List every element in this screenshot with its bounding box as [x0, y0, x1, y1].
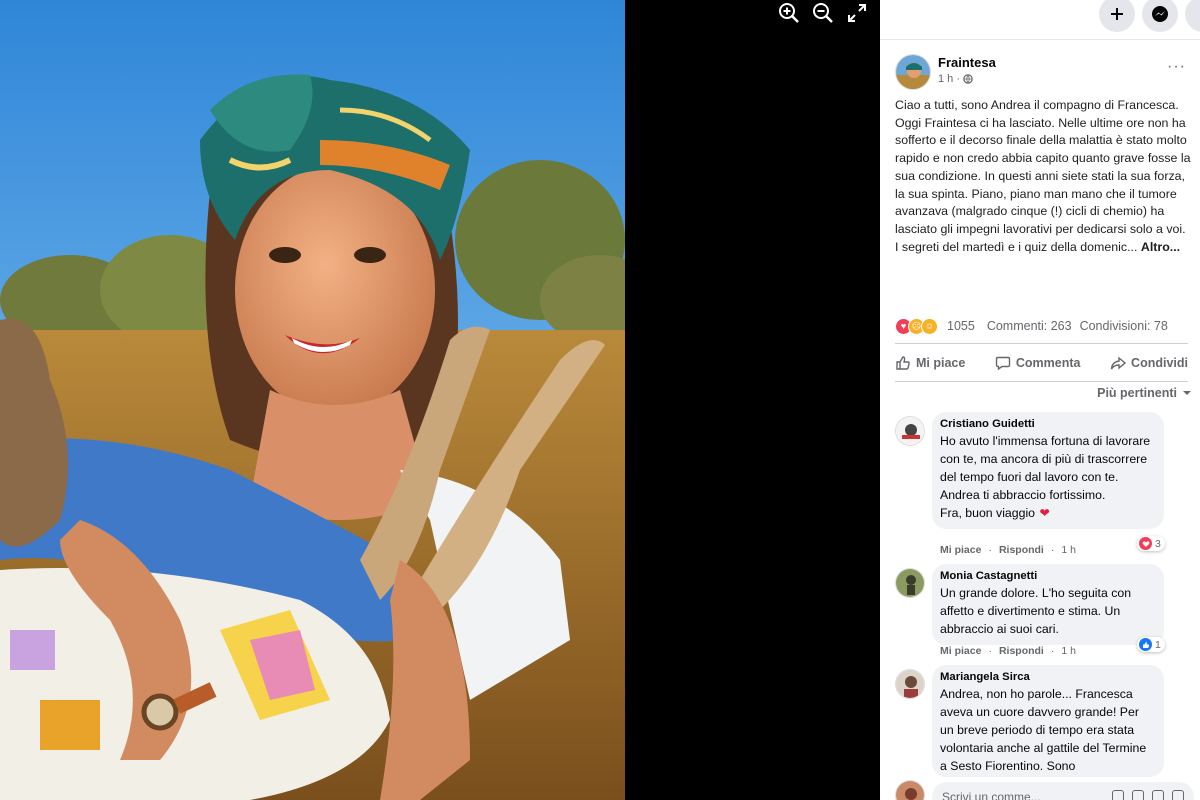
author-name[interactable]: Fraintesa: [938, 55, 996, 70]
post-actions: Mi piace Commenta Condividi: [895, 350, 1188, 376]
post-body: Ciao a tutti, sono Andrea il compagno di…: [880, 92, 1200, 256]
share-count[interactable]: Condivisioni: 78: [1080, 319, 1168, 333]
comment-reaction-count: 3: [1155, 537, 1161, 550]
comment-bubble: Mariangela Sirca Andrea, non ho parole..…: [932, 665, 1164, 777]
composer-tools: [1112, 790, 1184, 800]
comment-footer: Mi piace · Rispondi · 1 h: [940, 544, 1076, 556]
comment-composer: Scrivi un comme...: [895, 780, 1195, 800]
comment-bubble: Cristiano Guidetti Ho avuto l'immensa fo…: [932, 412, 1164, 529]
reaction-icons[interactable]: ♥ ☹ ☺: [895, 317, 938, 335]
comment-placeholder: Scrivi un comme...: [942, 790, 1041, 800]
commenter-avatar[interactable]: [895, 568, 925, 598]
comment-reaction-count: 1: [1155, 638, 1161, 651]
plus-icon: [1111, 8, 1123, 20]
comment-label: Commenta: [1015, 356, 1081, 370]
create-button[interactable]: [1099, 0, 1135, 32]
care-reaction-icon: ☺: [921, 317, 938, 335]
messenger-button[interactable]: [1142, 0, 1178, 32]
post-meta: 1 h ·: [938, 73, 973, 85]
commenter-name[interactable]: Mariangela Sirca: [940, 671, 1154, 683]
heart-emoji: ❤: [1039, 506, 1050, 520]
comment-sort-dropdown[interactable]: Più pertinenti: [1097, 386, 1192, 400]
commenter-name[interactable]: Monia Castagnetti: [940, 570, 1154, 582]
share-icon: [1110, 356, 1127, 370]
divider: [895, 343, 1188, 344]
heart-icon: [1139, 537, 1152, 550]
current-user-avatar: [895, 780, 925, 800]
post-header: Fraintesa 1 h · ···: [880, 40, 1200, 92]
post-side-panel: Fraintesa 1 h · ··· Ciao a tutti, sono A…: [880, 0, 1200, 800]
share-label: Condividi: [1131, 356, 1188, 370]
post-photo[interactable]: [0, 0, 625, 800]
commenter-avatar[interactable]: [895, 416, 925, 446]
comment-input[interactable]: Scrivi un comme...: [932, 782, 1194, 800]
zoom-in-icon[interactable]: [776, 1, 802, 25]
comment-text: Un grande dolore. L'ho seguita con affet…: [940, 586, 1132, 636]
viewer-toolbar: [776, 0, 870, 26]
reaction-count[interactable]: 1055: [947, 319, 975, 333]
panel-header: [880, 0, 1200, 40]
comment-button[interactable]: Commenta: [995, 355, 1081, 371]
comment-count[interactable]: Commenti: 263: [987, 319, 1072, 333]
comment-text: Andrea, non ho parole... Francesca aveva…: [940, 687, 1147, 773]
comment-time[interactable]: 1 h: [1061, 544, 1076, 556]
comment-reactions[interactable]: 3: [1137, 536, 1165, 551]
camera-icon[interactable]: [1132, 790, 1144, 800]
reactions-summary: ♥ ☹ ☺ 1055 Commenti: 263 Condivisioni: 7…: [880, 315, 1200, 337]
comment-like-button[interactable]: Mi piace: [940, 544, 981, 556]
comment-reply-button[interactable]: Rispondi: [999, 645, 1044, 657]
account-button[interactable]: [1185, 0, 1200, 32]
comment-like-button[interactable]: Mi piace: [940, 645, 981, 657]
emoji-icon[interactable]: [1112, 790, 1124, 800]
thumbs-up-icon: [896, 356, 910, 370]
comment-reply-button[interactable]: Rispondi: [999, 544, 1044, 556]
commenter-avatar[interactable]: [895, 669, 925, 699]
like-icon: [1139, 638, 1152, 651]
messenger-icon: [1152, 6, 1168, 22]
more-options-icon[interactable]: ···: [1167, 58, 1186, 76]
share-button[interactable]: Condividi: [1110, 355, 1188, 371]
photo-viewer: [0, 0, 880, 800]
globe-icon: [963, 74, 973, 84]
sort-label: Più pertinenti: [1097, 386, 1177, 400]
comment-reactions[interactable]: 1: [1137, 637, 1165, 652]
like-button[interactable]: Mi piace: [895, 355, 965, 371]
fullscreen-icon[interactable]: [844, 1, 870, 25]
caret-down-icon: [1183, 391, 1191, 395]
author-avatar[interactable]: [895, 54, 931, 90]
zoom-out-icon[interactable]: [810, 1, 836, 25]
sticker-icon[interactable]: [1172, 790, 1184, 800]
commenter-name[interactable]: Cristiano Guidetti: [940, 418, 1154, 430]
post-time[interactable]: 1 h ·: [938, 73, 960, 85]
comment-time[interactable]: 1 h: [1061, 645, 1076, 657]
post-text: Ciao a tutti, sono Andrea il compagno di…: [895, 98, 1191, 254]
comment-footer: Mi piace · Rispondi · 1 h: [940, 645, 1076, 657]
like-label: Mi piace: [916, 356, 966, 370]
see-more-link[interactable]: Altro...: [1141, 240, 1180, 254]
comment-bubble: Monia Castagnetti Un grande dolore. L'ho…: [932, 564, 1164, 645]
comment-icon: [995, 356, 1011, 371]
gif-icon[interactable]: [1152, 790, 1164, 800]
divider: [895, 381, 1188, 382]
